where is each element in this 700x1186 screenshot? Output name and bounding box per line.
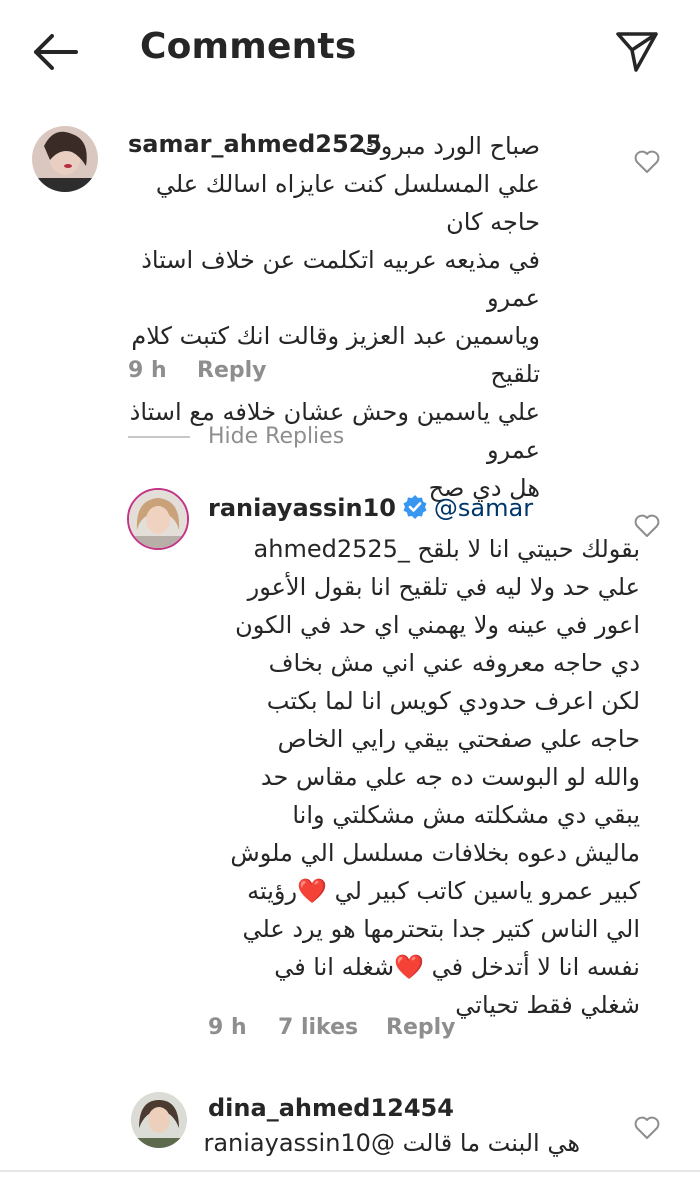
comment-text: صباح الورد مبروك علي المسلسل كنت عايزاه … <box>129 132 540 502</box>
divider <box>128 436 190 438</box>
comment-time: 9 h <box>128 358 167 383</box>
comment-text: هي البنت ما قالت @raniayassin10 <box>203 1129 580 1157</box>
page-title: Comments <box>140 26 357 67</box>
reply-button[interactable]: Reply <box>386 1015 456 1040</box>
avatar-image <box>32 126 98 192</box>
send-icon[interactable] <box>612 26 662 76</box>
comment-username[interactable]: raniayassin10 <box>208 494 396 522</box>
bottom-divider <box>0 1170 700 1172</box>
avatar-image <box>129 490 187 548</box>
verified-badge-icon <box>403 495 427 519</box>
avatar[interactable] <box>32 126 98 192</box>
heart-icon[interactable] <box>634 1116 660 1140</box>
header: Comments <box>0 0 700 104</box>
comment-time: 9 h <box>208 1015 247 1040</box>
reply-button[interactable]: Reply <box>197 358 267 383</box>
comment-username[interactable]: dina_ahmed12454 <box>208 1094 454 1122</box>
avatar[interactable] <box>127 488 189 550</box>
likes-count[interactable]: 7 likes <box>278 1015 358 1040</box>
heart-icon[interactable] <box>634 150 660 174</box>
comment-text: بقولك حبيتي انا لا بلقح _ahmed2525 علي ح… <box>230 535 640 1019</box>
heart-icon[interactable] <box>634 514 660 538</box>
comment-username-row: raniayassin10 @samar <box>208 494 533 522</box>
mention-link[interactable]: @samar <box>434 494 533 522</box>
arrow-left-icon[interactable] <box>30 30 80 74</box>
hide-replies-button[interactable]: Hide Replies <box>208 424 344 449</box>
